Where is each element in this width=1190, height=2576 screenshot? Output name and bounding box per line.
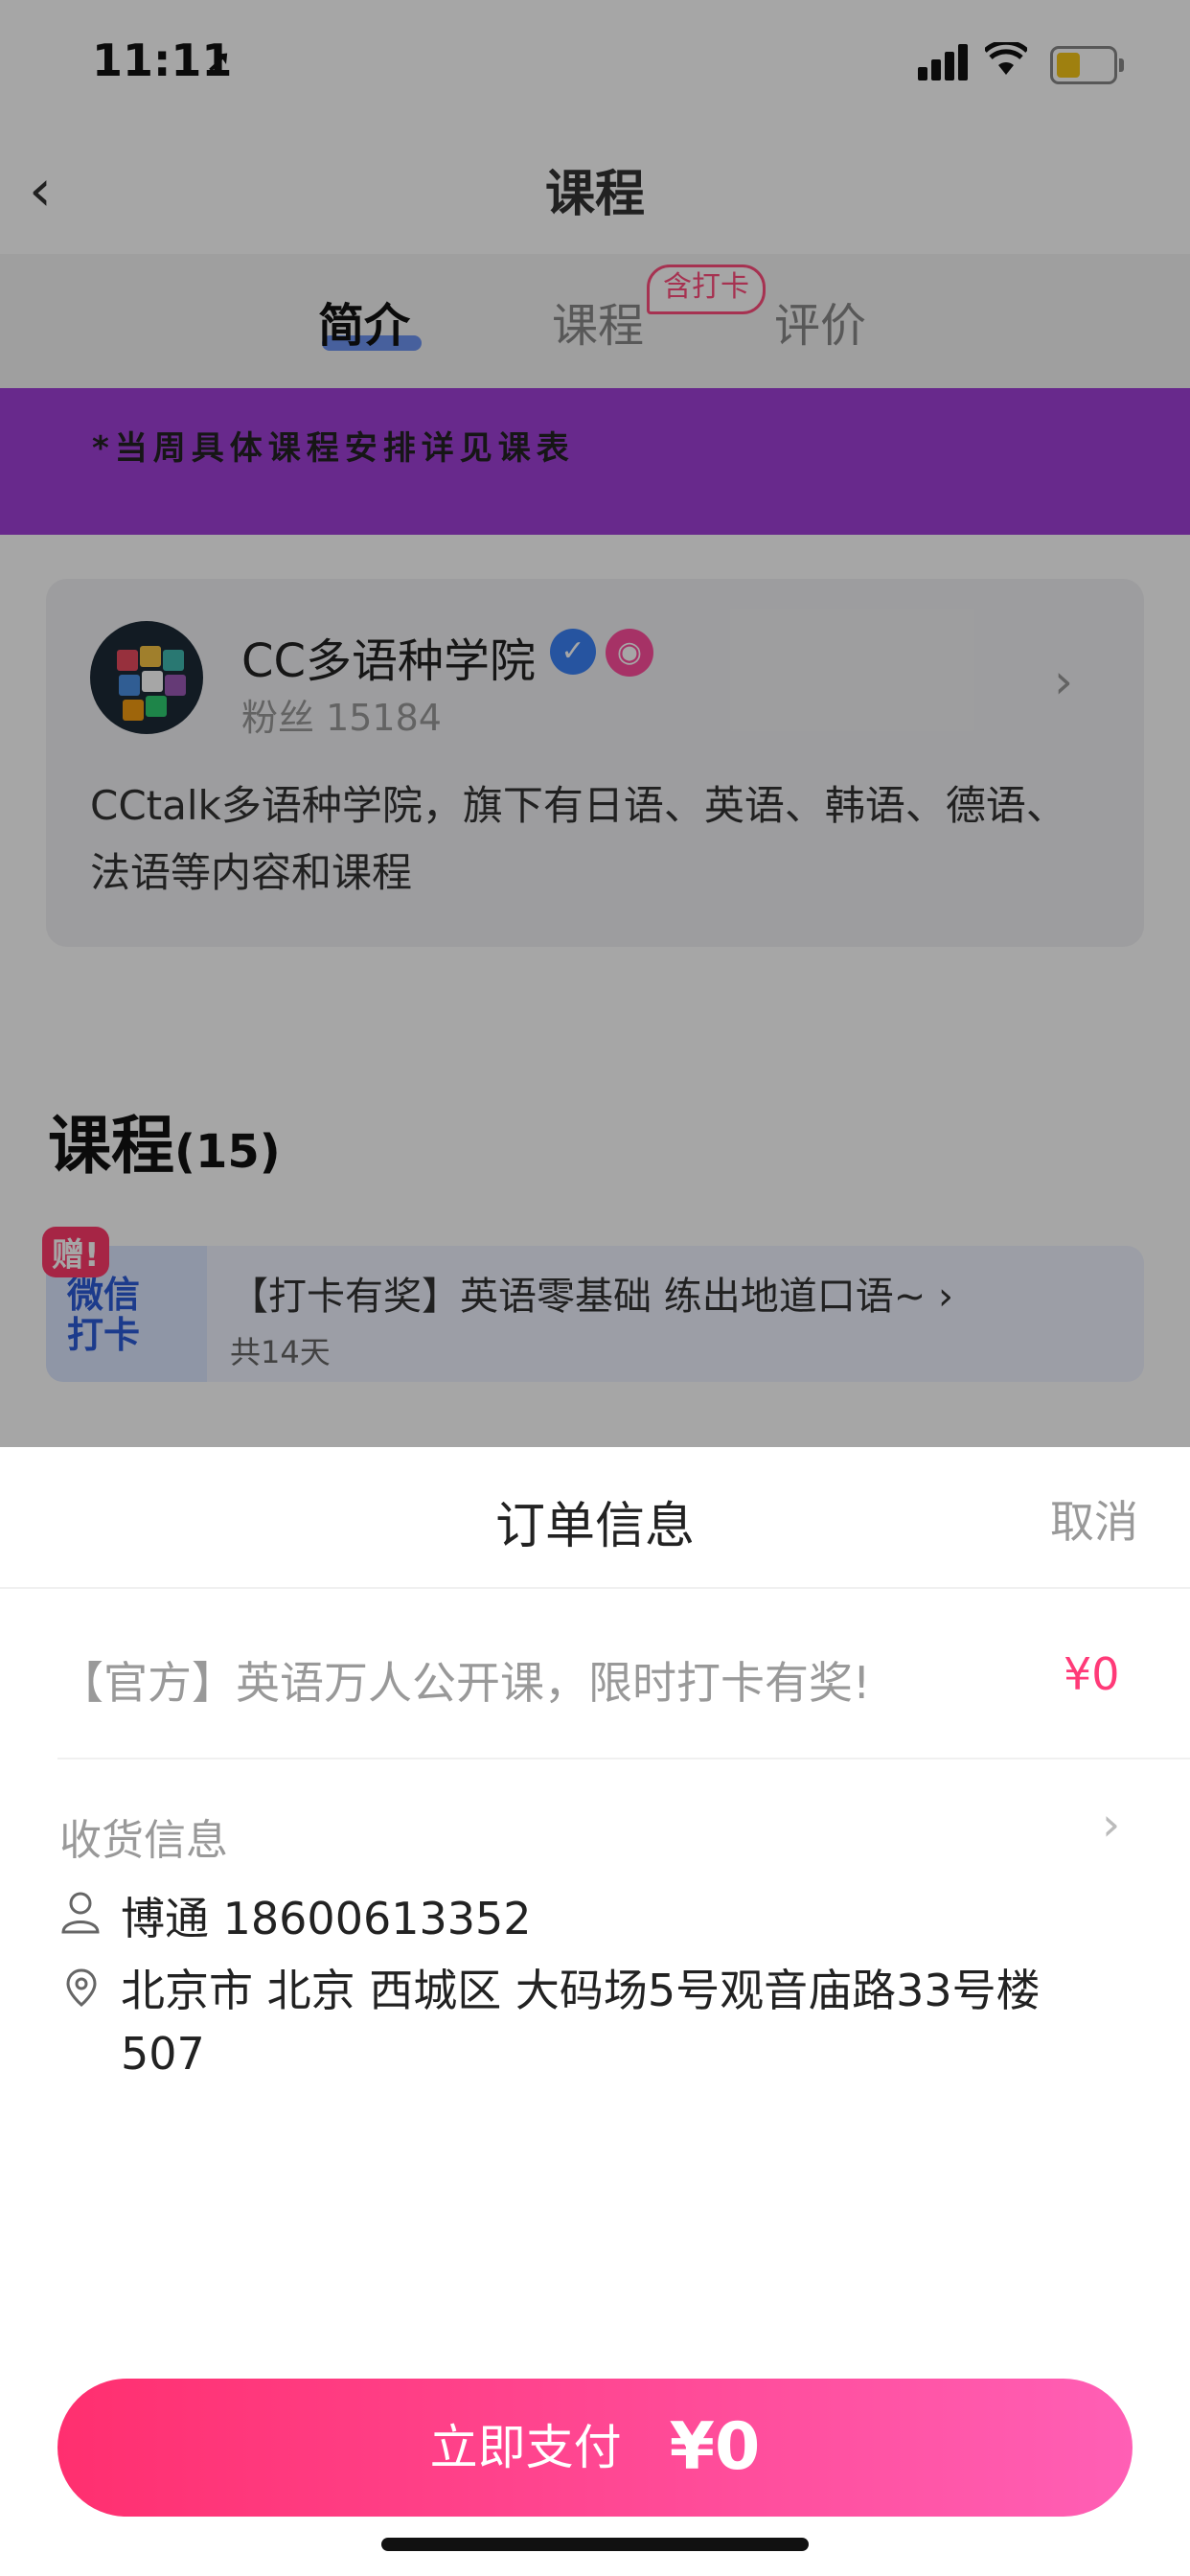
- modal-overlay[interactable]: [0, 0, 1190, 1447]
- pay-label: 立即支付: [429, 2420, 622, 2475]
- cancel-button[interactable]: 取消: [1050, 1487, 1138, 1551]
- divider: [57, 1758, 1190, 1760]
- product-price: ¥0: [1064, 1648, 1120, 1700]
- sheet-title: 订单信息: [494, 1498, 695, 1555]
- location-pin-icon: [66, 1968, 97, 2007]
- home-indicator[interactable]: [381, 2538, 809, 2551]
- divider: [0, 1587, 1190, 1589]
- pay-now-button[interactable]: 立即支付 ¥0: [57, 2379, 1133, 2517]
- product-name: 【官方】英语万人公开课，限时打卡有奖!: [59, 1657, 871, 1709]
- person-icon: [61, 1892, 100, 1934]
- address-section-label[interactable]: 收货信息: [59, 1806, 228, 1867]
- shipping-address: 北京市 北京 西城区 大码场5号观音庙路33号楼507: [121, 1965, 1041, 2080]
- pay-amount: ¥0: [669, 2409, 761, 2485]
- contact-info: 博通 18600613352: [121, 1893, 532, 1944]
- chevron-right-icon[interactable]: ›: [1102, 1798, 1120, 1852]
